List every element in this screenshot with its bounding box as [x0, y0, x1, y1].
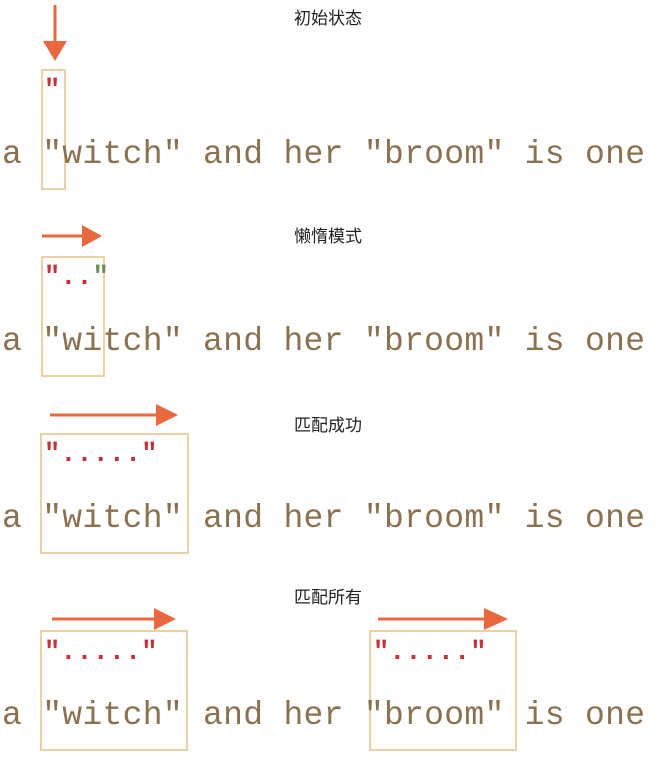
step1-pattern: "	[44, 76, 61, 106]
step4-sentence: a "witch" and her "broom" is one	[2, 697, 646, 734]
step2-caption: 懒惰模式	[294, 227, 362, 247]
step3-pattern: "....."	[44, 440, 158, 470]
step2-pattern: ".."	[44, 263, 109, 293]
step3-arrow-right-icon	[50, 404, 178, 426]
step4-caption: 匹配所有	[294, 588, 362, 608]
step1-sentence: a "witch" and her "broom" is one	[2, 136, 646, 173]
step4-pattern-witch: "....."	[44, 638, 158, 668]
step1-caption: 初始状态	[294, 9, 362, 29]
step2-arrow-right-icon	[42, 225, 102, 247]
step2-sentence: a "witch" and her "broom" is one	[2, 323, 646, 360]
step3-sentence: a "witch" and her "broom" is one	[2, 500, 646, 537]
step4-pattern-broom: "....."	[373, 638, 487, 668]
step3-caption: 匹配成功	[294, 416, 362, 436]
step1-arrow-down-icon	[43, 5, 67, 61]
